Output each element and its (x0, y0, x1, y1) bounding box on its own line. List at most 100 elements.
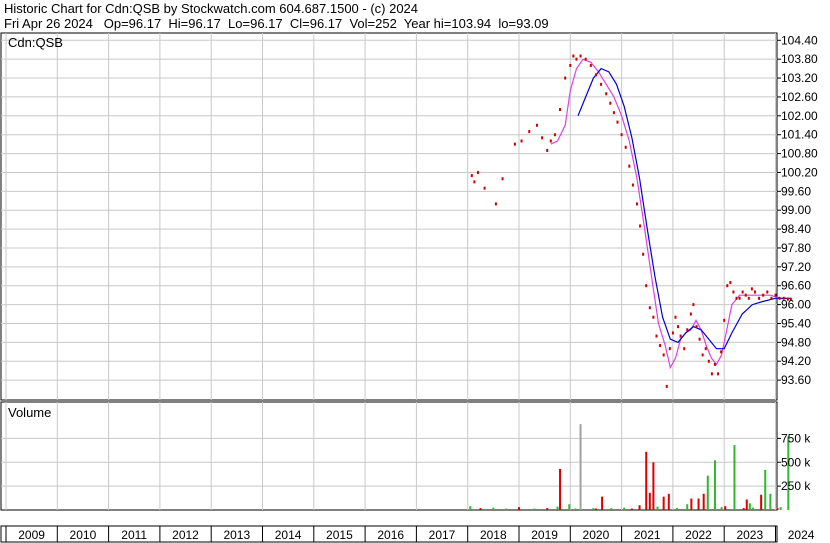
price-point (549, 139, 552, 143)
volume-bar (690, 498, 693, 510)
volume-bar (697, 498, 700, 510)
volume-bar (713, 460, 716, 510)
price-point (735, 296, 738, 300)
price-axis-tick-label: 100.80 (781, 147, 818, 161)
price-point (704, 347, 707, 351)
volume-bar (676, 508, 679, 510)
volume-bar (776, 508, 779, 510)
price-point (662, 353, 665, 357)
price-point (729, 281, 732, 285)
historic-chart: 2009 2010 2011 2012 2013 2014 2015 2016 2017 2018… (0, 32, 818, 543)
price-point (645, 284, 648, 288)
volume-bar (764, 469, 767, 510)
price-point (546, 148, 549, 152)
price-point (553, 133, 556, 137)
volume-bar (648, 492, 651, 510)
volume-bar (652, 462, 655, 510)
price-point (501, 177, 504, 181)
time-axis-tick-label: 2010 (70, 528, 97, 542)
price-point (758, 296, 761, 300)
price-point (723, 318, 726, 322)
price-point (686, 328, 689, 332)
volume-bar (610, 508, 613, 510)
price-axis-tick-label: 98.40 (781, 222, 811, 236)
price-point (655, 334, 658, 338)
time-axis-tick-label: 2013 (223, 528, 250, 542)
volume-bar (720, 507, 723, 510)
volume-bar (592, 508, 595, 510)
volume-bar (706, 475, 709, 510)
price-point (683, 347, 686, 351)
price-point (710, 372, 713, 376)
price-point (616, 120, 619, 124)
price-point (744, 293, 747, 297)
price-point (609, 101, 612, 105)
price-point (631, 183, 634, 187)
volume-panel-title: Volume (8, 405, 51, 420)
price-point (594, 73, 597, 77)
volume-bar (601, 496, 604, 510)
time-axis-tick-label: 2015 (326, 528, 353, 542)
price-axis-tick-label: 99.60 (781, 184, 811, 198)
price-point (713, 362, 716, 366)
price-point (620, 133, 623, 137)
price-point (707, 359, 710, 363)
price-axis-tick-label: 94.80 (781, 335, 811, 349)
time-axis-tick-label: 2019 (531, 528, 558, 542)
price-axis-tick-label: 93.60 (781, 373, 811, 387)
price-point (674, 315, 677, 319)
price-point (572, 54, 575, 58)
price-point (564, 76, 567, 80)
price-point (747, 296, 750, 300)
price-point (639, 224, 642, 228)
price-point (677, 325, 680, 329)
time-axis-tick-label: 2024 (788, 528, 815, 542)
price-point (701, 353, 704, 357)
volume-bar (469, 506, 472, 510)
price-axis-tick-label: 103.20 (781, 71, 818, 85)
price-point (741, 290, 744, 294)
volume-bar (579, 424, 582, 510)
price-point (732, 290, 735, 294)
volume-bar (492, 507, 495, 510)
volume-bar (745, 499, 748, 510)
price-point (738, 296, 741, 300)
price-point (528, 130, 531, 134)
price-axis-tick-label: 97.80 (781, 241, 811, 255)
price-point (770, 296, 773, 300)
volume-bar (779, 507, 782, 510)
price-axis-tick-label: 102.00 (781, 109, 818, 123)
volume-bar (559, 468, 562, 510)
price-point (652, 315, 655, 319)
time-axis-tick-label: 2011 (121, 528, 147, 542)
price-point (569, 63, 572, 67)
volume-bar (556, 506, 559, 510)
volume-bar (760, 494, 763, 510)
price-point (726, 284, 729, 288)
price-panel-title: Cdn:QSB (8, 35, 63, 50)
volume-bar (742, 508, 745, 510)
volume-bar (546, 508, 549, 510)
volume-bar (505, 508, 508, 510)
volume-bar (645, 451, 648, 510)
price-point (665, 384, 668, 388)
price-point (612, 111, 615, 115)
volume-bar (594, 508, 597, 510)
time-axis-tick-label: 2020 (583, 528, 610, 542)
time-axis-tick-label: 2016 (377, 528, 404, 542)
price-axis-tick-label: 96.60 (781, 279, 811, 293)
price-point (774, 293, 777, 297)
price-point (698, 337, 701, 341)
price-axis-tick-label: 97.20 (781, 260, 811, 274)
volume-bar (787, 436, 790, 510)
price-point (753, 290, 756, 294)
volume-axis-tick-label: 500 k (781, 455, 811, 469)
volume-bar (751, 507, 754, 510)
price-point (695, 325, 698, 329)
price-point (668, 347, 671, 351)
price-point (642, 252, 645, 256)
price-point (720, 350, 723, 354)
price-point (470, 174, 473, 178)
volume-bar (574, 508, 577, 510)
volume-bar (686, 504, 689, 510)
